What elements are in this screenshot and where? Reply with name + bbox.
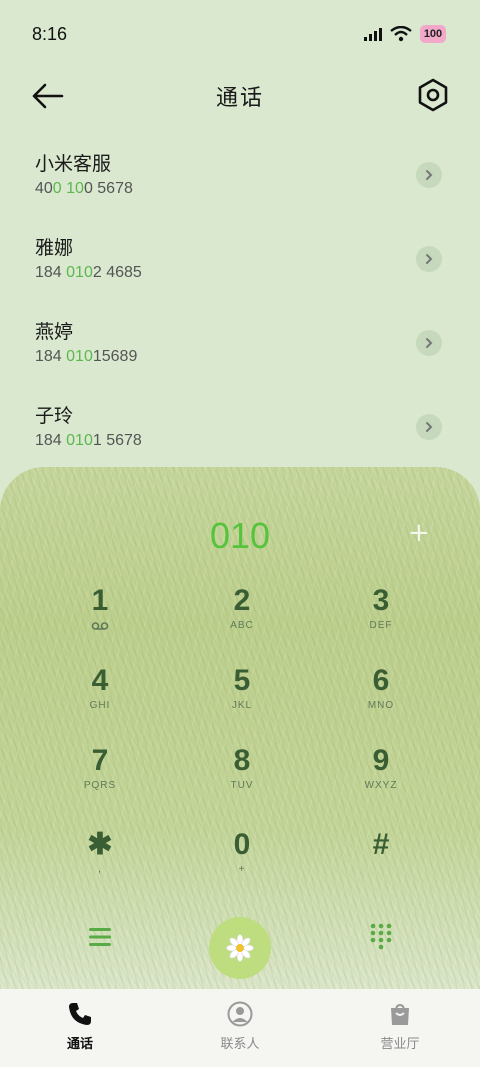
wifi-icon bbox=[390, 26, 412, 42]
contact-number: 400 100 5678 bbox=[35, 180, 133, 197]
dialpad-key-star[interactable]: ✱ , bbox=[45, 828, 155, 898]
contact-name: 小米客服 bbox=[35, 153, 112, 175]
tab-service-hall[interactable]: 营业厅 bbox=[320, 989, 480, 1067]
add-contact-button[interactable]: + bbox=[408, 520, 430, 546]
dialpad-key-1[interactable]: 1 bbox=[45, 584, 155, 654]
contact-list: 小米客服 400 100 5678 雅娜 184 0102 4685 燕婷 18… bbox=[0, 140, 480, 476]
contact-details-button[interactable] bbox=[416, 414, 442, 440]
header: 通话 bbox=[0, 68, 480, 124]
contact-details-button[interactable] bbox=[416, 162, 442, 188]
page-title: 通话 bbox=[215, 86, 264, 111]
contact-item[interactable]: 子玲 184 0101 5678 bbox=[0, 392, 480, 476]
dialpad-key-6[interactable]: 6 MNO bbox=[326, 664, 436, 734]
daisy-icon bbox=[226, 934, 254, 962]
dialpad-key-4[interactable]: 4 GHI bbox=[45, 664, 155, 734]
tab-label: 通话 bbox=[66, 1037, 93, 1052]
dialpad-key-0[interactable]: 0 + bbox=[187, 828, 297, 898]
contact-name: 子玲 bbox=[35, 405, 74, 427]
chevron-right-icon bbox=[426, 338, 433, 348]
bottom-nav: 通话 联系人 营业厅 bbox=[0, 989, 480, 1067]
phone-icon bbox=[69, 1003, 91, 1025]
tab-contacts[interactable]: 联系人 bbox=[160, 989, 320, 1067]
contact-details-button[interactable] bbox=[416, 330, 442, 356]
back-arrow-icon bbox=[32, 83, 64, 109]
menu-icon bbox=[89, 928, 111, 946]
dialpad-grid-icon bbox=[370, 923, 392, 950]
call-button[interactable] bbox=[209, 917, 271, 979]
back-button[interactable] bbox=[30, 80, 66, 112]
tab-label: 营业厅 bbox=[380, 1037, 420, 1052]
dialpad-key-3[interactable]: 3 DEF bbox=[326, 584, 436, 654]
battery-level: 100 bbox=[423, 28, 443, 40]
contact-name: 燕婷 bbox=[35, 321, 74, 343]
contact-number: 184 01015689 bbox=[35, 348, 138, 365]
signal-icon bbox=[364, 28, 382, 41]
contacts-icon bbox=[227, 1001, 253, 1027]
voicemail-icon bbox=[91, 622, 109, 630]
contact-item[interactable]: 雅娜 184 0102 4685 bbox=[0, 224, 480, 308]
chevron-right-icon bbox=[426, 170, 433, 180]
status-time: 8:16 bbox=[32, 23, 68, 44]
menu-button[interactable] bbox=[88, 925, 112, 949]
dialpad-controls bbox=[0, 917, 480, 981]
shopping-bag-icon bbox=[391, 1003, 409, 1025]
toggle-dialpad-button[interactable] bbox=[370, 923, 392, 951]
dialpad-key-5[interactable]: 5 JKL bbox=[187, 664, 297, 734]
dialpad-key-9[interactable]: 9 WXYZ bbox=[326, 744, 436, 814]
contact-item[interactable]: 小米客服 400 100 5678 bbox=[0, 140, 480, 224]
contact-details-button[interactable] bbox=[416, 246, 442, 272]
contact-number: 184 0102 4685 bbox=[35, 264, 142, 281]
dialpad-key-8[interactable]: 8 TUV bbox=[187, 744, 297, 814]
dialpad-key-2[interactable]: 2 ABC bbox=[187, 584, 297, 654]
dialpad-panel: 010 + 1 2 ABC 3 DEF 4 GHI 5 JKL 6 MNO 7 … bbox=[0, 467, 480, 989]
status-icons: 100 bbox=[364, 25, 446, 43]
contact-name: 雅娜 bbox=[35, 237, 74, 259]
chevron-right-icon bbox=[426, 422, 433, 432]
settings-button[interactable] bbox=[418, 78, 448, 112]
settings-hexagon-icon bbox=[418, 78, 448, 112]
status-bar: 8:16 100 bbox=[0, 0, 480, 68]
contact-item[interactable]: 燕婷 184 01015689 bbox=[0, 308, 480, 392]
chevron-right-icon bbox=[426, 254, 433, 264]
tab-calls[interactable]: 通话 bbox=[0, 989, 160, 1067]
tab-label: 联系人 bbox=[220, 1037, 260, 1052]
contact-number: 184 0101 5678 bbox=[35, 432, 142, 449]
dialpad-key-7[interactable]: 7 PQRS bbox=[45, 744, 155, 814]
dialpad-key-hash[interactable]: # bbox=[326, 828, 436, 898]
battery-indicator: 100 bbox=[420, 25, 446, 43]
